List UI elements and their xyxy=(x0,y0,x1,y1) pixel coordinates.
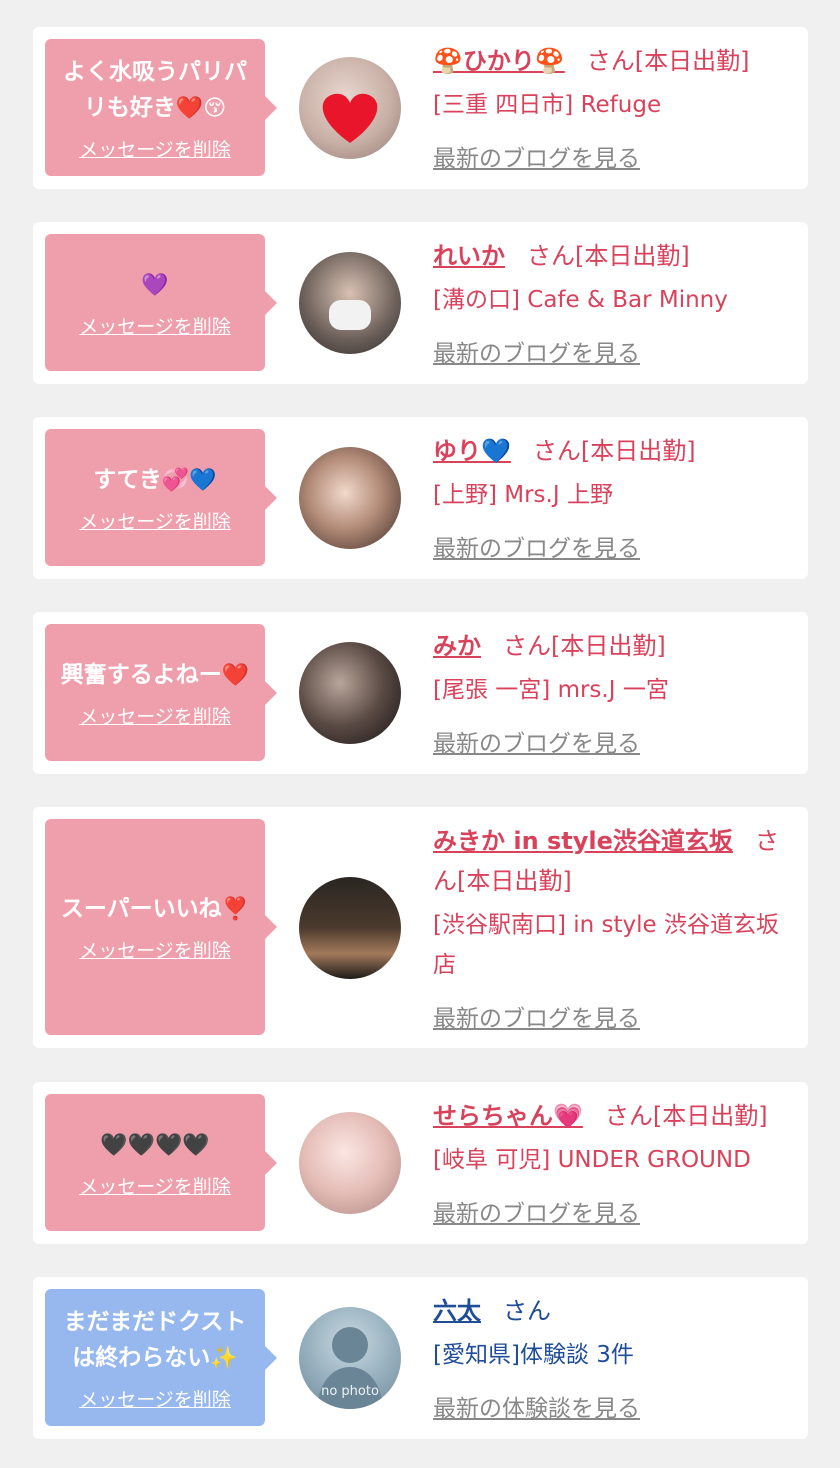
cast-status: さん[本日出勤] xyxy=(586,47,750,75)
cast-status: さん[本日出勤] xyxy=(503,632,666,660)
list-item: よく水吸うパリパリも好き❤️😚 メッセージを削除 🍄ひかり🍄 さん[本日出勤] [… xyxy=(33,27,808,189)
profile-info: みきか in style渋谷道玄坂 さん[本日出勤] [渋谷駅南口] in sty… xyxy=(433,821,794,1039)
profile-info: 六太 さん [愛知県]体験談 3件 最新の体験談を見る xyxy=(433,1291,794,1429)
latest-blog-link[interactable]: 最新のブログを見る xyxy=(433,999,794,1039)
latest-blog-link[interactable]: 最新のブログを見る xyxy=(433,1194,794,1234)
latest-blog-link[interactable]: 最新のブログを見る xyxy=(433,139,794,179)
message-bubble: スーパーいいね❣️ メッセージを削除 xyxy=(45,819,277,1035)
list-item: スーパーいいね❣️ メッセージを削除 みきか in style渋谷道玄坂 さん[本… xyxy=(33,807,808,1048)
shop-text: [尾張 一宮] mrs.J 一宮 xyxy=(433,677,669,703)
cast-status: さん[本日出勤] xyxy=(604,1102,768,1130)
cast-name-link[interactable]: れいか xyxy=(433,242,505,270)
review-count-text: [愛知県]体験談 3件 xyxy=(433,1342,634,1368)
cast-name-link[interactable]: 🍄ひかり🍄 xyxy=(433,47,565,75)
shop-text: [岐阜 可児] UNDER GROUND xyxy=(433,1147,751,1173)
profile-info: 🍄ひかり🍄 さん[本日出勤] [三重 四日市] Refuge 最新のブログを見る xyxy=(433,41,794,179)
list-item: 🖤🖤🖤🖤 メッセージを削除 せらちゃん💗 さん[本日出勤] [岐阜 可児] UND… xyxy=(33,1082,808,1244)
message-text: すてき💞💙 xyxy=(93,466,217,493)
message-bubble: 興奮するよねー❤️ メッセージを削除 xyxy=(45,624,277,761)
user-name-link[interactable]: 六太 xyxy=(433,1297,481,1325)
message-text: 💜 xyxy=(141,272,169,298)
message-bubble: 💜 メッセージを削除 xyxy=(45,234,277,371)
avatar[interactable] xyxy=(299,57,401,159)
profile-info: せらちゃん💗 さん[本日出勤] [岐阜 可児] UNDER GROUND 最新のブ… xyxy=(433,1096,794,1234)
avatar[interactable] xyxy=(299,642,401,744)
delete-message-button[interactable]: メッセージを削除 xyxy=(79,507,231,534)
delete-message-button[interactable]: メッセージを削除 xyxy=(79,135,231,162)
list-item: 興奮するよねー❤️ メッセージを削除 みか さん[本日出勤] [尾張 一宮] mr… xyxy=(33,612,808,774)
delete-message-button[interactable]: メッセージを削除 xyxy=(79,312,231,339)
latest-blog-link[interactable]: 最新のブログを見る xyxy=(433,334,794,374)
latest-review-link[interactable]: 最新の体験談を見る xyxy=(433,1389,794,1429)
user-suffix: さん xyxy=(503,1297,551,1325)
message-text: 🖤🖤🖤🖤 xyxy=(100,1132,210,1158)
message-bubble: 🖤🖤🖤🖤 メッセージを削除 xyxy=(45,1094,277,1231)
list-item: まだまだドクストは終わらない✨ メッセージを削除 no photo 六太 さん [… xyxy=(33,1277,808,1439)
latest-blog-link[interactable]: 最新のブログを見る xyxy=(433,529,794,569)
message-bubble: よく水吸うパリパリも好き❤️😚 メッセージを削除 xyxy=(45,39,277,176)
delete-message-button[interactable]: メッセージを削除 xyxy=(79,936,231,963)
heart-sticker-icon xyxy=(322,93,378,143)
message-text: まだまだドクストは終わらない✨ xyxy=(63,1308,247,1371)
list-item: すてき💞💙 メッセージを削除 ゆり💙 さん[本日出勤] [上野] Mrs.J 上野… xyxy=(33,417,808,579)
cast-status: さん[本日出勤] xyxy=(532,437,696,465)
cast-status: さん[本日出勤] xyxy=(527,242,690,270)
avatar[interactable] xyxy=(299,447,401,549)
message-bubble: すてき💞💙 メッセージを削除 xyxy=(45,429,277,566)
cast-name-link[interactable]: みきか in style渋谷道玄坂 xyxy=(433,827,733,855)
cast-name-link[interactable]: ゆり💙 xyxy=(433,437,511,465)
avatar[interactable] xyxy=(299,877,401,979)
shop-text: [渋谷駅南口] in style 渋谷道玄坂店 xyxy=(433,912,779,978)
face-mask-icon xyxy=(329,300,371,330)
message-list: よく水吸うパリパリも好き❤️😚 メッセージを削除 🍄ひかり🍄 さん[本日出勤] [… xyxy=(0,0,840,1468)
profile-info: ゆり💙 さん[本日出勤] [上野] Mrs.J 上野 最新のブログを見る xyxy=(433,431,794,569)
profile-info: みか さん[本日出勤] [尾張 一宮] mrs.J 一宮 最新のブログを見る xyxy=(433,626,794,764)
profile-info: れいか さん[本日出勤] [溝の口] Cafe & Bar Minny 最新のブロ… xyxy=(433,236,794,374)
delete-message-button[interactable]: メッセージを削除 xyxy=(79,1385,231,1412)
shop-text: [三重 四日市] Refuge xyxy=(433,92,662,118)
shop-text: [上野] Mrs.J 上野 xyxy=(433,482,613,508)
avatar[interactable] xyxy=(299,1112,401,1214)
message-text: スーパーいいね❣️ xyxy=(60,896,250,922)
avatar[interactable] xyxy=(299,252,401,354)
shop-text: [溝の口] Cafe & Bar Minny xyxy=(433,287,728,313)
no-photo-label: no photo xyxy=(321,1384,379,1399)
avatar[interactable]: no photo xyxy=(299,1307,401,1409)
message-bubble: まだまだドクストは終わらない✨ メッセージを削除 xyxy=(45,1289,277,1426)
latest-blog-link[interactable]: 最新のブログを見る xyxy=(433,724,794,764)
delete-message-button[interactable]: メッセージを削除 xyxy=(79,702,231,729)
delete-message-button[interactable]: メッセージを削除 xyxy=(79,1172,231,1199)
message-text: よく水吸うパリパリも好き❤️😚 xyxy=(63,58,247,121)
list-item: 💜 メッセージを削除 れいか さん[本日出勤] [溝の口] Cafe & Bar … xyxy=(33,222,808,384)
cast-name-link[interactable]: せらちゃん💗 xyxy=(433,1102,583,1130)
cast-name-link[interactable]: みか xyxy=(433,632,481,660)
message-text: 興奮するよねー❤️ xyxy=(60,661,250,688)
